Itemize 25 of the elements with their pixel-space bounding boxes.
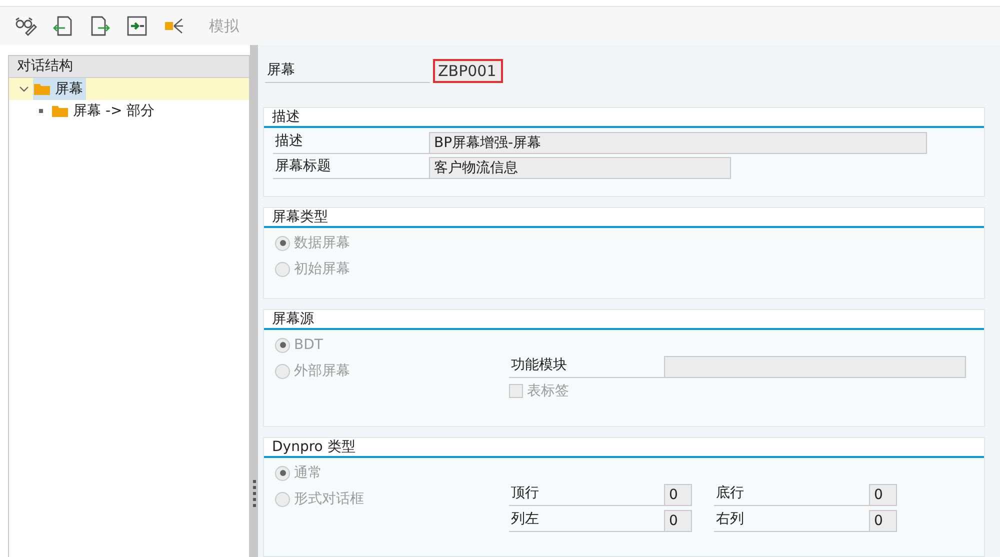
screen-input[interactable]: ZBP001: [433, 59, 503, 83]
radio-label: 数据屏幕: [294, 234, 350, 252]
glasses-pencil-icon[interactable]: [14, 15, 38, 37]
group-title: 描述: [272, 108, 300, 126]
tree-item[interactable]: 屏幕: [33, 78, 86, 100]
bullet-icon: [39, 109, 43, 113]
tree-item[interactable]: 屏幕 -> 部分: [51, 100, 158, 122]
radio-label: 通常: [294, 464, 322, 482]
radio-label: 初始屏幕: [294, 260, 350, 278]
read-only-field[interactable]: [664, 356, 966, 378]
radio-label: 形式对话框: [294, 490, 364, 508]
folder-icon: [33, 82, 51, 96]
radio-label: BDT: [294, 336, 323, 354]
folder-icon: [51, 104, 69, 118]
tree-header: 对话结构: [9, 56, 249, 78]
read-only-field[interactable]: 客户物流信息: [429, 157, 731, 179]
checkbox-label: 表标签: [527, 382, 569, 400]
field-label: 屏幕: [265, 59, 430, 83]
group-title: 屏幕源: [272, 310, 314, 328]
read-only-field[interactable]: BP屏幕增强-屏幕: [429, 132, 927, 154]
group-title: Dynpro 类型: [272, 438, 356, 456]
insert-row-icon[interactable]: [125, 15, 149, 37]
chevron-down-icon[interactable]: [19, 84, 29, 94]
radio-label: 外部屏幕: [294, 362, 350, 380]
group-title: 屏幕类型: [272, 208, 328, 226]
